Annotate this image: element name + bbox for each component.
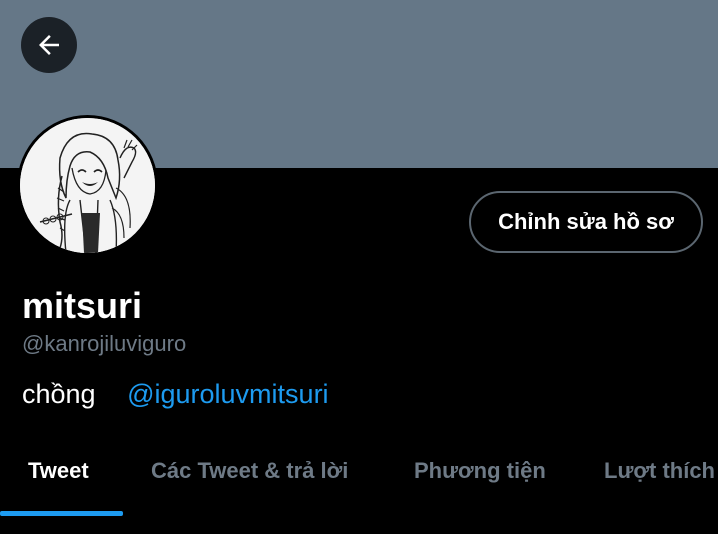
arrow-left-icon xyxy=(39,35,59,55)
profile-handle: @kanrojiluviguro xyxy=(22,331,187,356)
avatar-illustration xyxy=(20,118,155,253)
edit-profile-button[interactable]: Chỉnh sửa hồ sơ xyxy=(469,191,703,253)
back-button[interactable] xyxy=(21,17,77,73)
profile-avatar[interactable] xyxy=(17,115,158,256)
tab-tweets-and-replies[interactable]: Các Tweet & trả lời xyxy=(151,458,348,484)
tab-media[interactable]: Phương tiện xyxy=(414,458,546,484)
tab-tweets[interactable]: Tweet xyxy=(28,458,89,484)
profile-bio: chồng @iguroluvmitsuri xyxy=(22,378,329,410)
bio-mention-link[interactable]: @iguroluvmitsuri xyxy=(127,379,328,409)
profile-display-name: mitsuri xyxy=(22,285,143,326)
profile-tabs: Tweet Các Tweet & trả lời Phương tiện Lư… xyxy=(0,438,718,518)
bio-text: chồng xyxy=(22,379,96,409)
tab-likes[interactable]: Lượt thích xyxy=(604,458,715,484)
active-tab-indicator xyxy=(0,511,123,516)
